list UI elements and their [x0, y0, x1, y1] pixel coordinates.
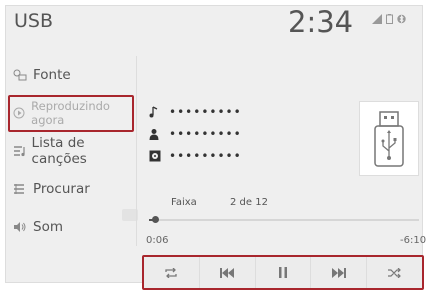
- screen-title: USB: [14, 10, 54, 32]
- sidebar-item-source[interactable]: Fonte: [6, 56, 136, 94]
- track-album-row: •••••••••: [149, 145, 242, 167]
- previous-track-button[interactable]: [200, 257, 256, 288]
- track-title-row: •••••••••: [149, 101, 242, 123]
- sidebar: Fonte Reproduzindo agora Lista de cançõe…: [6, 56, 136, 246]
- clock: 2:34: [288, 5, 354, 39]
- artist-icon: [149, 128, 169, 140]
- previous-track-icon: [220, 267, 235, 278]
- sidebar-item-label: Fonte: [33, 67, 71, 83]
- browse-icon: [13, 183, 33, 195]
- next-track-button[interactable]: [311, 257, 368, 288]
- track-album: •••••••••: [169, 149, 242, 163]
- sidebar-item-label: Lista de canções: [31, 135, 87, 167]
- sidebar-item-label: Som: [33, 219, 63, 235]
- pause-icon: [278, 267, 287, 278]
- seek-handle[interactable]: [152, 216, 160, 223]
- phone-battery-icon: [386, 14, 393, 24]
- shuffle-icon: [387, 267, 401, 278]
- divider: [136, 56, 137, 246]
- next-track-icon: [331, 267, 346, 278]
- track-title: •••••••••: [169, 105, 242, 119]
- usb-icon: [374, 110, 404, 167]
- signal-icon: [372, 14, 382, 24]
- remaining-time: -6:10: [400, 235, 427, 246]
- track-count: 2 de 12: [230, 197, 268, 208]
- track-label: Faixa: [171, 197, 197, 208]
- track-artist: •••••••••: [169, 127, 242, 141]
- playback-controls: [142, 255, 424, 290]
- shuffle-button[interactable]: [367, 257, 422, 288]
- elapsed-time: 0:06: [146, 235, 169, 246]
- album-icon: [149, 150, 169, 162]
- sidebar-item-sound[interactable]: Som: [6, 208, 136, 246]
- seek-bar[interactable]: [149, 216, 419, 223]
- song-list-icon: [13, 145, 32, 157]
- source-icon: [13, 69, 33, 81]
- sidebar-item-label: Procurar: [33, 181, 90, 197]
- status-icons: [372, 14, 406, 24]
- now-playing-highlight: [8, 95, 134, 132]
- sidebar-item-song-list[interactable]: Lista de canções: [6, 132, 136, 170]
- album-art: [359, 101, 419, 176]
- sidebar-item-browse[interactable]: Procurar: [6, 170, 136, 208]
- usb-audio-screen: USB 2:34 Fonte Reproduzindo agora Lista …: [5, 5, 427, 290]
- track-artist-row: •••••••••: [149, 123, 242, 145]
- speaker-icon: [13, 221, 33, 233]
- repeat-button[interactable]: [144, 257, 200, 288]
- pause-button[interactable]: [256, 257, 312, 288]
- track-info: ••••••••• ••••••••• •••••••••: [149, 101, 242, 167]
- bluetooth-status-icon: [397, 14, 406, 24]
- music-note-icon: [149, 106, 169, 118]
- repeat-icon: [165, 267, 178, 278]
